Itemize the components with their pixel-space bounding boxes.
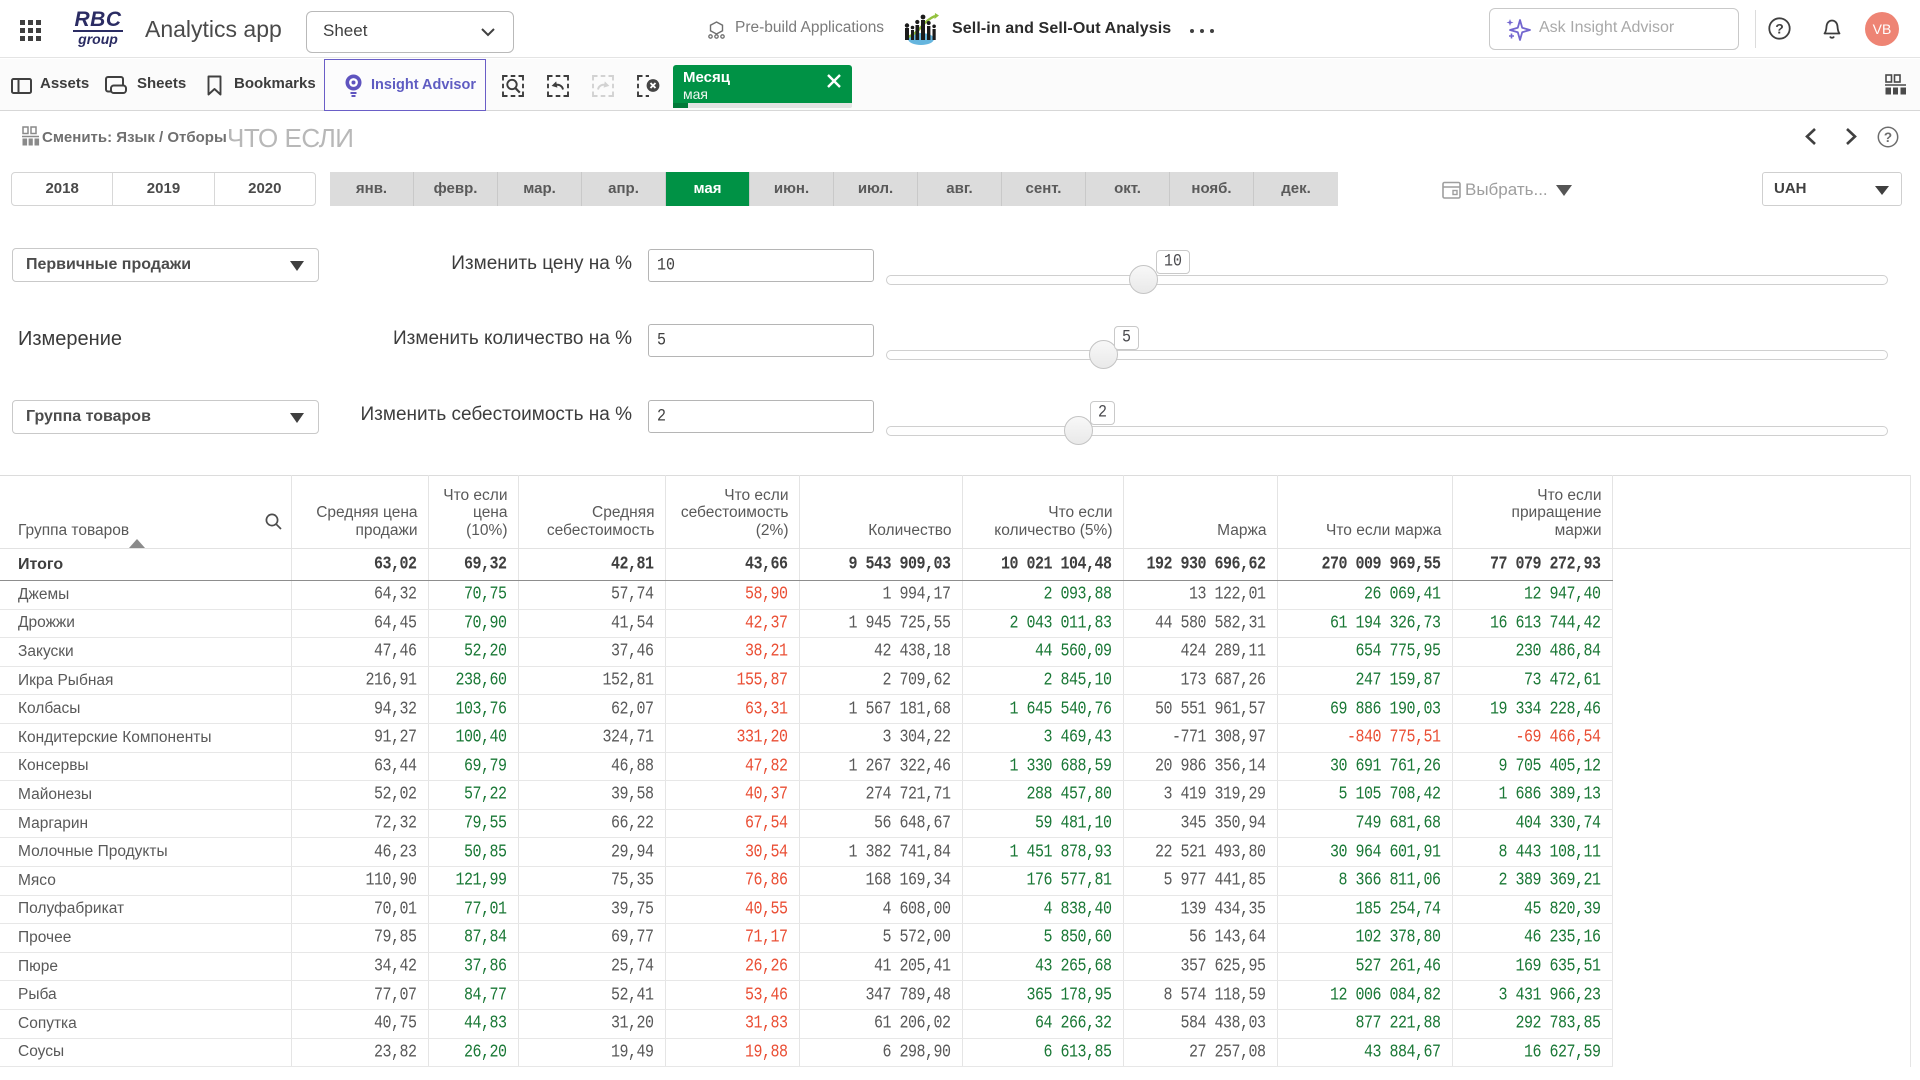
- svg-text:?: ?: [1884, 130, 1892, 145]
- svg-text:?: ?: [1775, 21, 1784, 37]
